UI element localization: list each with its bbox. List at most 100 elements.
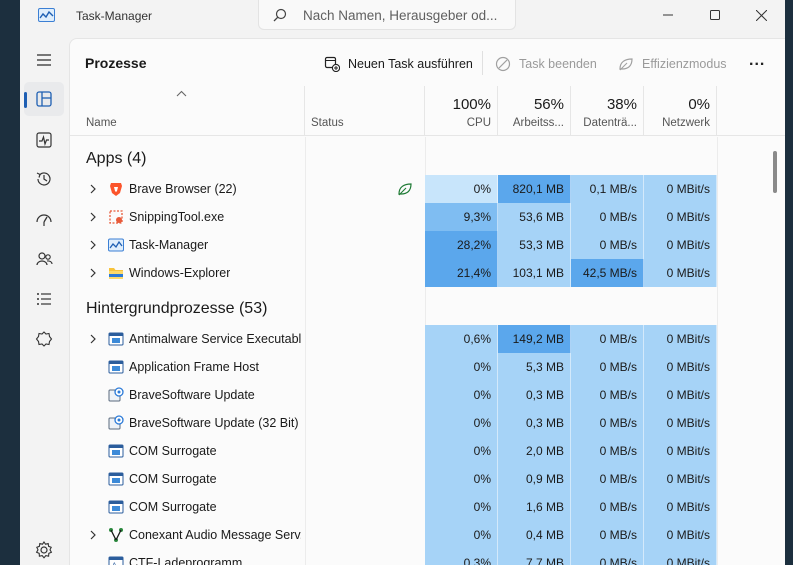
cpu-value: 0% bbox=[425, 353, 498, 381]
table-header: Name Status 100% CPU 56% Arbeitss... 38%… bbox=[70, 86, 785, 136]
minimize-button[interactable] bbox=[645, 0, 691, 30]
scrollbar-thumb[interactable] bbox=[773, 151, 777, 193]
users-icon bbox=[36, 252, 53, 266]
cpu-value: 0% bbox=[425, 437, 498, 465]
efficiency-mode-button[interactable]: Effizienzmodus bbox=[618, 53, 727, 75]
nav-users[interactable] bbox=[24, 242, 64, 276]
process-row[interactable]: A CTF-Ladeprogramm 0,3%7,7 MB0 MB/s0 MBit/… bbox=[70, 549, 785, 565]
process-row[interactable]: COM Surrogate 0% 2,0 MB 0 MB/s 0 MBit/s bbox=[70, 437, 785, 465]
process-name: COM Surrogate bbox=[129, 472, 217, 486]
column-label-disk: Datenträ... bbox=[583, 117, 637, 129]
group-header-apps: Apps (4) bbox=[86, 150, 147, 167]
expand-chevron-icon[interactable] bbox=[88, 211, 98, 223]
memory-value: 53,6 MB bbox=[498, 203, 571, 231]
memory-value: 0,3 MB bbox=[498, 381, 571, 409]
column-header-memory[interactable]: 56% Arbeitss... bbox=[498, 86, 571, 136]
disk-value: 0 MB/s bbox=[571, 203, 644, 231]
service-window-icon bbox=[108, 443, 124, 459]
more-options-icon: ... bbox=[749, 52, 766, 69]
column-label-name: Name bbox=[86, 117, 117, 129]
search-icon bbox=[273, 8, 287, 22]
toolbar-divider bbox=[482, 51, 483, 75]
memory-value: 2,0 MB bbox=[498, 437, 571, 465]
nav-performance[interactable] bbox=[24, 123, 64, 157]
maximize-icon bbox=[710, 10, 720, 20]
expand-chevron-icon[interactable] bbox=[88, 267, 98, 279]
network-value: 0 MBit/s bbox=[644, 493, 717, 521]
process-name: Application Frame Host bbox=[129, 360, 259, 374]
memory-value: 7,7 MB bbox=[498, 549, 571, 565]
process-row[interactable]: Windows-Explorer 21,4% 103,1 MB 42,5 MB/s 0 … bbox=[70, 259, 785, 287]
processes-panel: Prozesse Neuen Task ausführen Task beend… bbox=[69, 38, 785, 565]
efficiency-mode-leaf-icon bbox=[398, 183, 412, 196]
search-input[interactable] bbox=[303, 5, 503, 25]
service-window-icon bbox=[108, 331, 124, 347]
page-title: Prozesse bbox=[85, 55, 147, 71]
close-button[interactable] bbox=[738, 0, 784, 30]
nav-services[interactable] bbox=[24, 322, 64, 356]
disk-value: 0,1 MB/s bbox=[571, 175, 644, 203]
disk-value: 0 MB/s bbox=[571, 409, 644, 437]
column-label-status: Status bbox=[311, 117, 344, 129]
performance-icon bbox=[36, 132, 52, 148]
process-row[interactable]: BraveSoftware Update 0% 0,3 MB 0 MB/s 0 MBit… bbox=[70, 381, 785, 409]
title-bar: Task-Manager bbox=[20, 0, 785, 32]
nav-processes[interactable] bbox=[24, 82, 64, 116]
expand-chevron-icon[interactable] bbox=[88, 239, 98, 251]
cpu-value: 0% bbox=[425, 493, 498, 521]
nav-app-history[interactable] bbox=[24, 162, 64, 196]
updater-icon bbox=[108, 415, 124, 431]
nav-startup-apps[interactable] bbox=[24, 202, 64, 236]
process-row[interactable]: Application Frame Host 0% 5,3 MB 0 MB/s 0 MB… bbox=[70, 353, 785, 381]
expand-chevron-icon[interactable] bbox=[88, 529, 98, 541]
expand-chevron-icon[interactable] bbox=[88, 183, 98, 195]
process-row[interactable]: Task-Manager 28,2% 53,3 MB 0 MB/s 0 MBit/s bbox=[70, 231, 785, 259]
ctf-icon: A bbox=[108, 555, 124, 565]
run-new-task-label: Neuen Task ausführen bbox=[348, 57, 473, 71]
process-row[interactable]: COM Surrogate 0% 0,9 MB 0 MB/s 0 MBit/s bbox=[70, 465, 785, 493]
search-box[interactable] bbox=[258, 0, 516, 30]
column-header-name[interactable]: Name bbox=[70, 86, 305, 136]
disk-value: 0 MB/s bbox=[571, 231, 644, 259]
cpu-value: 28,2% bbox=[425, 231, 498, 259]
nav-details[interactable] bbox=[24, 282, 64, 316]
expand-chevron-icon[interactable] bbox=[88, 333, 98, 345]
startup-apps-icon bbox=[36, 214, 52, 226]
memory-value: 0,9 MB bbox=[498, 465, 571, 493]
column-header-network[interactable]: 0% Netzwerk bbox=[644, 86, 717, 136]
process-row[interactable]: Brave Browser (22) 0% 820,1 MB 0,1 MB/s 0 MB… bbox=[70, 175, 785, 203]
process-row[interactable]: Antimalware Service Executable 0,6% 149,2 … bbox=[70, 325, 785, 353]
disk-value: 0 MB/s bbox=[571, 465, 644, 493]
column-label-network: Netzwerk bbox=[662, 117, 710, 129]
column-header-cpu[interactable]: 100% CPU bbox=[425, 86, 498, 136]
maximize-button[interactable] bbox=[692, 0, 738, 30]
process-row[interactable]: SnippingTool.exe 9,3% 53,6 MB 0 MB/s 0 MBit/… bbox=[70, 203, 785, 231]
cpu-value: 0,6% bbox=[425, 325, 498, 353]
task-manager-app-icon bbox=[38, 8, 55, 22]
task-manager-icon bbox=[108, 237, 124, 253]
run-new-task-button[interactable]: Neuen Task ausführen bbox=[324, 53, 473, 75]
process-row[interactable]: Conexant Audio Message Serv... 0% 0,4 MB 0 … bbox=[70, 521, 785, 549]
cpu-value: 0% bbox=[425, 521, 498, 549]
services-icon bbox=[35, 331, 53, 347]
process-row[interactable]: BraveSoftware Update (32 Bit) 0% 0,3 MB 0 M… bbox=[70, 409, 785, 437]
process-name: Conexant Audio Message Serv... bbox=[129, 528, 301, 542]
disk-value: 0 MB/s bbox=[571, 437, 644, 465]
process-name: Task-Manager bbox=[129, 238, 209, 252]
nav-menu-button[interactable] bbox=[24, 43, 64, 77]
column-header-disk[interactable]: 38% Datenträ... bbox=[571, 86, 644, 136]
more-options-button[interactable]: ... bbox=[749, 50, 765, 72]
column-header-status[interactable]: Status bbox=[305, 86, 425, 136]
memory-value: 149,2 MB bbox=[498, 325, 571, 353]
process-name: BraveSoftware Update (32 Bit) bbox=[129, 416, 299, 430]
process-row[interactable]: COM Surrogate 0% 1,6 MB 0 MB/s 0 MBit/s bbox=[70, 493, 785, 521]
network-value: 0 MBit/s bbox=[644, 231, 717, 259]
process-name: COM Surrogate bbox=[129, 500, 217, 514]
disk-value: 0 MB/s bbox=[571, 381, 644, 409]
end-task-button[interactable]: Task beenden bbox=[495, 53, 597, 75]
network-value: 0 MBit/s bbox=[644, 203, 717, 231]
processes-icon bbox=[36, 91, 52, 107]
window-title: Task-Manager bbox=[76, 9, 153, 23]
end-task-icon bbox=[495, 56, 511, 72]
settings-icon[interactable] bbox=[34, 540, 54, 560]
